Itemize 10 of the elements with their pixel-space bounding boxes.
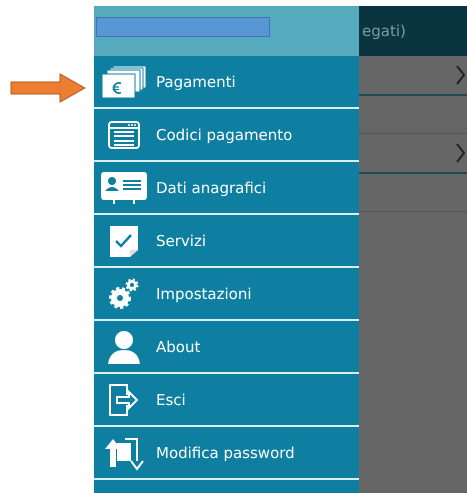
money-cards-icon bbox=[100, 64, 148, 98]
exit-door-icon bbox=[107, 382, 141, 416]
arrow-icon bbox=[10, 73, 86, 103]
screen-title: egati) bbox=[362, 22, 406, 40]
gears-icon bbox=[107, 276, 141, 310]
contact-card-icon bbox=[100, 170, 148, 204]
chevron-icon[interactable] bbox=[456, 65, 465, 85]
chevron-icon[interactable] bbox=[456, 143, 465, 163]
checked-document-icon bbox=[108, 224, 140, 258]
person-icon bbox=[106, 330, 142, 364]
